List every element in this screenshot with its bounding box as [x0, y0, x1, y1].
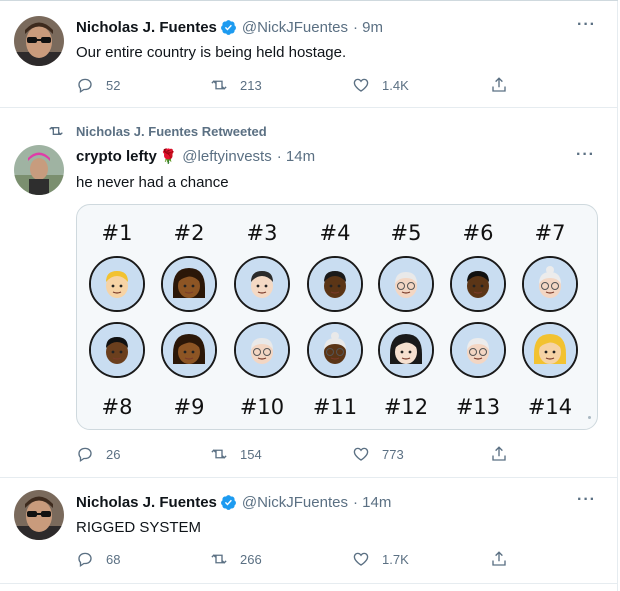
face-emoji-icon [234, 322, 290, 378]
timestamp[interactable]: · 9m [353, 19, 383, 36]
reply-icon [78, 552, 92, 568]
poster-label: #1 [101, 221, 133, 245]
reply-count: 26 [106, 446, 121, 462]
face-emoji-icon [450, 256, 506, 312]
poster-label: #3 [246, 221, 278, 245]
avatar-nick-image [14, 16, 64, 66]
tweet-text: RIGGED SYSTEM [76, 519, 202, 536]
share-icon [492, 551, 506, 566]
verified-badge-icon [220, 20, 236, 35]
handle[interactable]: @NickJFuentes [242, 494, 348, 511]
tweet-text: Our entire country is being held hostage… [76, 44, 347, 61]
reply-button[interactable]: 68 [76, 550, 120, 568]
poster-label: #4 [319, 221, 351, 245]
face-emoji-icon [307, 256, 363, 312]
tweet-actions: 52 213 1.4K [76, 76, 536, 96]
tweet-actions: 68 266 1.7K [76, 550, 536, 570]
rose-emoji: 🌹 [159, 148, 178, 164]
poster-label: #5 [390, 221, 422, 245]
reply-count: 68 [106, 551, 121, 567]
retweet-note: Nicholas J. Fuentes Retweeted [48, 123, 267, 139]
tweet-header: Nicholas J. Fuentes @NickJFuentes · 14m [76, 494, 391, 511]
tweet-1[interactable]: Nicholas J. Fuentes @NickJFuentes · 9m ·… [0, 0, 618, 108]
face-emoji-icon [522, 322, 578, 378]
poster-label: #8 [101, 395, 133, 419]
like-icon [353, 447, 369, 461]
share-button[interactable] [490, 550, 520, 568]
face-emoji-icon [378, 256, 434, 312]
poster-label: #12 [383, 395, 429, 419]
poster-label: #9 [173, 395, 205, 419]
timestamp[interactable]: · 14m [353, 494, 391, 511]
poster-label: #7 [534, 221, 566, 245]
retweet-count: 154 [240, 446, 262, 462]
verified-badge-icon [220, 495, 236, 510]
like-icon [353, 552, 369, 566]
poster-label: #2 [173, 221, 205, 245]
avatar-nick-image [14, 490, 64, 540]
face-emoji-icon [234, 256, 290, 312]
display-name[interactable]: crypto lefty [76, 148, 157, 165]
image-artifact [588, 416, 591, 419]
tweet-image[interactable]: #1 #2 #3 #4 #5 #6 #7 #8 #9 #10 #11 #12 #13 #14 [76, 204, 598, 430]
tweet-header: crypto lefty 🌹 @leftyinvests · 14m [76, 148, 315, 165]
like-count: 1.7K [382, 551, 409, 567]
handle[interactable]: @NickJFuentes [242, 19, 348, 36]
like-icon [353, 78, 369, 92]
face-emoji-icon [89, 322, 145, 378]
reply-button[interactable]: 26 [76, 445, 120, 463]
face-emoji-icon [89, 256, 145, 312]
like-count: 1.4K [382, 77, 409, 93]
more-options-icon[interactable]: ··· [576, 146, 595, 164]
share-icon [492, 446, 506, 461]
reply-icon [78, 447, 92, 463]
reply-icon [78, 78, 92, 94]
face-emoji-icon [161, 322, 217, 378]
tweet-text: he never had a chance [76, 174, 229, 191]
avatar[interactable] [14, 490, 64, 540]
avatar-lefty-image [14, 145, 64, 195]
avatar[interactable] [14, 145, 64, 195]
poster-label: #6 [462, 221, 494, 245]
handle[interactable]: @leftyinvests [182, 148, 271, 165]
like-button[interactable]: 1.7K [352, 550, 409, 568]
face-emoji-icon [161, 256, 217, 312]
tweet-actions: 26 154 773 [76, 445, 536, 465]
display-name[interactable]: Nicholas J. Fuentes [76, 494, 217, 511]
like-count: 773 [382, 446, 404, 462]
retweet-icon [211, 554, 227, 564]
poster-label: #10 [239, 395, 285, 419]
face-emoji-icon [450, 322, 506, 378]
share-icon [492, 77, 506, 92]
display-name[interactable]: Nicholas J. Fuentes [76, 19, 217, 36]
retweet-count: 266 [240, 551, 262, 567]
poster-label: #11 [312, 395, 358, 419]
poster-label: #13 [455, 395, 501, 419]
retweet-button[interactable]: 154 [210, 445, 262, 463]
retweet-icon [211, 80, 227, 90]
face-emoji-icon [378, 322, 434, 378]
reply-button[interactable]: 52 [76, 76, 120, 94]
timeline: Nicholas J. Fuentes @NickJFuentes · 9m ·… [0, 0, 618, 591]
tweet-3[interactable]: Nicholas J. Fuentes @NickJFuentes · 14m … [0, 478, 618, 584]
avatar[interactable] [14, 16, 64, 66]
like-button[interactable]: 773 [352, 445, 404, 463]
poster-label: #14 [527, 395, 573, 419]
face-emoji-icon [307, 322, 363, 378]
like-button[interactable]: 1.4K [352, 76, 409, 94]
face-emoji-icon [522, 256, 578, 312]
share-button[interactable] [490, 445, 520, 463]
more-options-icon[interactable]: ··· [577, 16, 596, 34]
timestamp[interactable]: · 14m [277, 148, 315, 165]
retweet-label[interactable]: Nicholas J. Fuentes Retweeted [76, 124, 267, 139]
retweet-button[interactable]: 266 [210, 550, 262, 568]
retweet-count: 213 [240, 77, 262, 93]
retweet-button[interactable]: 213 [210, 76, 262, 94]
retweet-icon [211, 449, 227, 459]
reply-count: 52 [106, 77, 121, 93]
more-options-icon[interactable]: ··· [577, 491, 596, 509]
tweet-header: Nicholas J. Fuentes @NickJFuentes · 9m [76, 19, 383, 36]
retweet-icon [49, 126, 63, 136]
share-button[interactable] [490, 76, 520, 94]
